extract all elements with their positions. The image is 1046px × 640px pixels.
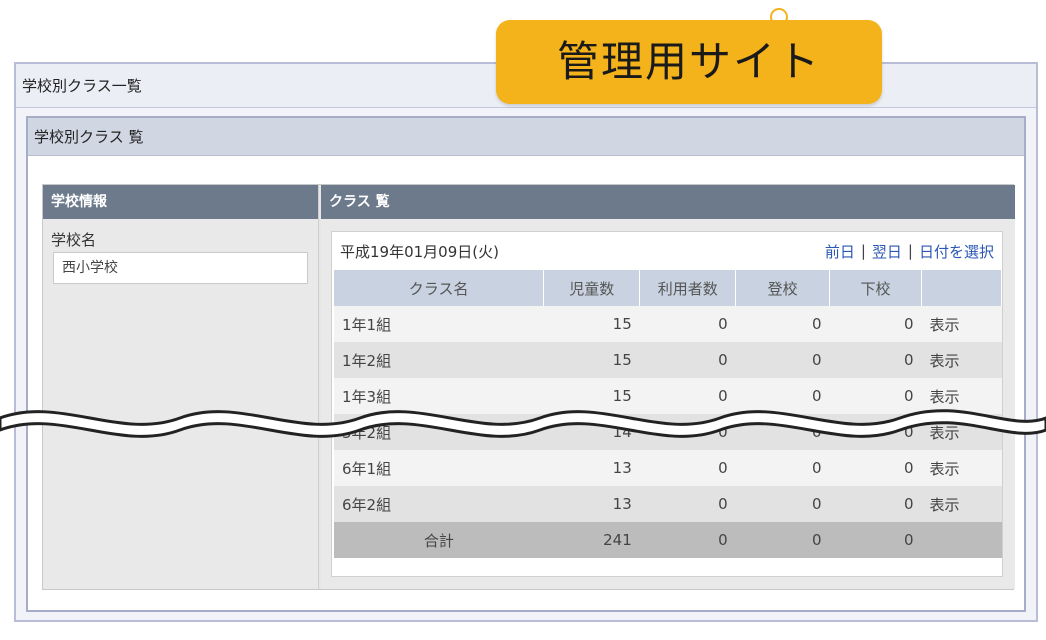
window-frame: 学校別クラス一覧 学校別クラス 覧 学校情報 学校名 西小学校 クラス 覧 平成… [14, 62, 1038, 622]
leave-count: 0 [829, 342, 922, 378]
column-header-students: 児童数 [543, 270, 641, 306]
arrive-count: 0 [735, 306, 830, 342]
select-date-link[interactable]: 日付を選択 [919, 241, 994, 262]
student-count: 15 [543, 306, 640, 342]
total-students: 241 [543, 522, 640, 558]
user-count: 0 [639, 342, 736, 378]
content-header: 学校別クラス 覧 [28, 118, 1024, 156]
arrive-count: 0 [735, 414, 830, 450]
class-list-body: 平成19年01月09日(火) 前日 | 翌日 | 日付を選択 クラス名 児童数 … [331, 231, 1003, 577]
student-count: 13 [543, 450, 640, 486]
total-leave: 0 [829, 522, 922, 558]
school-info-header: 学校情報 [43, 185, 318, 219]
show-link[interactable]: 表示 [921, 450, 1002, 486]
class-name: 6年1組 [334, 450, 544, 486]
leave-count: 0 [829, 486, 922, 522]
total-arrive: 0 [735, 522, 830, 558]
total-users: 0 [639, 522, 736, 558]
class-name: 6年2組 [334, 486, 544, 522]
user-count: 0 [639, 450, 736, 486]
arrive-count: 0 [735, 486, 830, 522]
school-name-label: 学校名 [51, 231, 97, 249]
user-count: 0 [639, 486, 736, 522]
class-name: 1年3組 [334, 378, 544, 414]
arrive-count: 0 [735, 342, 830, 378]
show-link[interactable]: 表示 [921, 486, 1002, 522]
content-inner: 学校情報 学校名 西小学校 クラス 覧 平成19年01月09日(火) 前日 | … [42, 184, 1015, 590]
column-header-arrive: 登校 [735, 270, 831, 306]
table-row: 5年2組 14 0 0 0 表示 [334, 414, 1002, 450]
student-count: 15 [543, 342, 640, 378]
show-link[interactable]: 表示 [921, 342, 1002, 378]
table-row: 1年2組 15 0 0 0 表示 [334, 342, 1002, 378]
column-header-leave: 下校 [829, 270, 923, 306]
leave-count: 0 [829, 450, 922, 486]
class-list-header: クラス 覧 [321, 185, 1015, 219]
student-count: 15 [543, 378, 640, 414]
next-day-link[interactable]: 翌日 [872, 241, 902, 262]
leave-count: 0 [829, 414, 922, 450]
class-list-panel: クラス 覧 平成19年01月09日(火) 前日 | 翌日 | 日付を選択 クラス… [321, 185, 1015, 589]
admin-site-badge: 管理用サイト [496, 20, 882, 104]
student-count: 14 [543, 414, 640, 450]
date-bar: 平成19年01月09日(火) 前日 | 翌日 | 日付を選択 [332, 232, 1002, 270]
total-action-cell [921, 522, 1002, 558]
prev-day-link[interactable]: 前日 [825, 241, 855, 262]
table-header-row: クラス名 児童数 利用者数 登校 下校 [334, 270, 1002, 306]
show-link[interactable]: 表示 [921, 306, 1002, 342]
leave-count: 0 [829, 306, 922, 342]
column-header-users: 利用者数 [639, 270, 737, 306]
school-name-field: 西小学校 [53, 252, 308, 284]
show-link[interactable]: 表示 [921, 414, 1002, 450]
column-header-class-name: クラス名 [334, 270, 545, 306]
class-name: 5年2組 [334, 414, 544, 450]
table-row: 1年3組 15 0 0 0 表示 [334, 378, 1002, 414]
table-row: 6年1組 13 0 0 0 表示 [334, 450, 1002, 486]
leave-count: 0 [829, 378, 922, 414]
nav-separator: | [860, 242, 866, 260]
nav-separator: | [907, 242, 913, 260]
arrive-count: 0 [735, 450, 830, 486]
student-count: 13 [543, 486, 640, 522]
table-row: 1年1組 15 0 0 0 表示 [334, 306, 1002, 342]
total-label: 合計 [334, 522, 544, 558]
user-count: 0 [639, 378, 736, 414]
class-name: 1年2組 [334, 342, 544, 378]
arrive-count: 0 [735, 378, 830, 414]
date-nav: 前日 | 翌日 | 日付を選択 [825, 241, 994, 262]
user-count: 0 [639, 414, 736, 450]
content-panel: 学校別クラス 覧 学校情報 学校名 西小学校 クラス 覧 平成19年01月09日… [26, 116, 1026, 612]
school-info-panel: 学校情報 学校名 西小学校 [43, 185, 319, 589]
show-link[interactable]: 表示 [921, 378, 1002, 414]
column-header-action [921, 270, 1002, 306]
class-name: 1年1組 [334, 306, 544, 342]
current-date: 平成19年01月09日(火) [340, 242, 499, 261]
table-row: 6年2組 13 0 0 0 表示 [334, 486, 1002, 522]
user-count: 0 [639, 306, 736, 342]
total-row: 合計 241 0 0 0 [334, 522, 1002, 558]
class-table: クラス名 児童数 利用者数 登校 下校 1年1組 15 0 0 0 表示 1年2… [334, 270, 1002, 558]
